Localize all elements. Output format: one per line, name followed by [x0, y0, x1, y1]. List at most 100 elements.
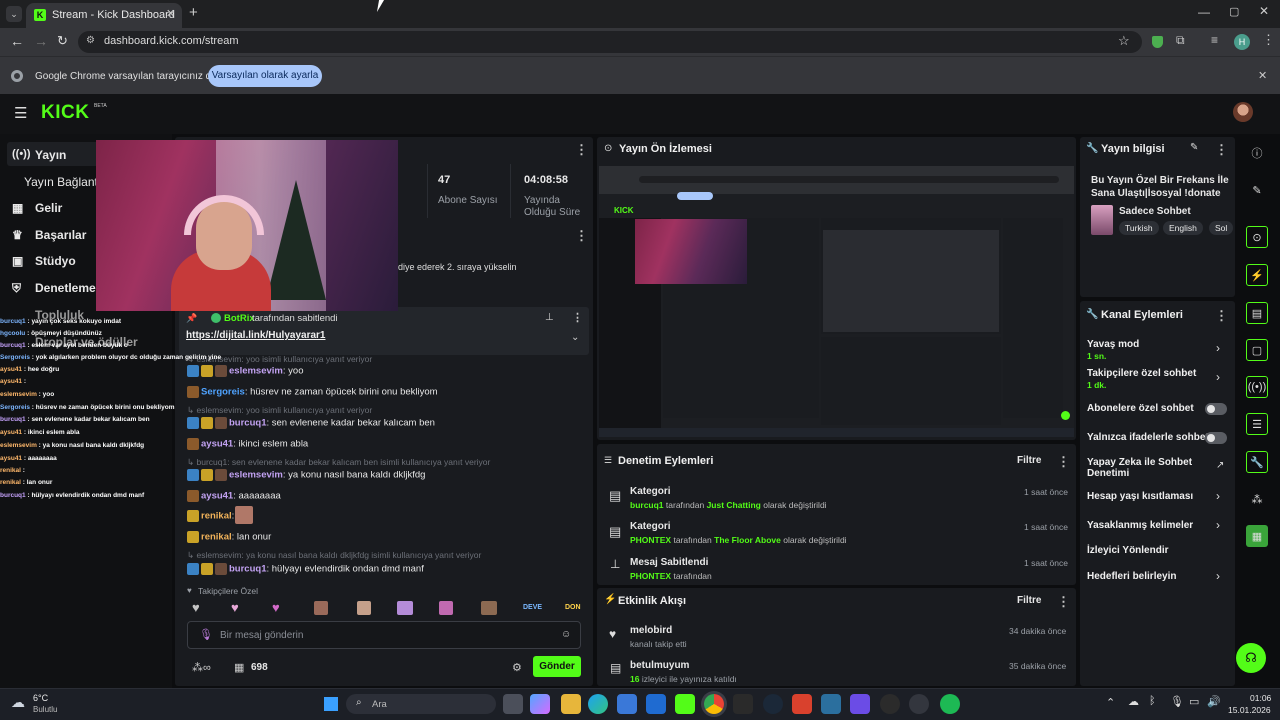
chat-username[interactable]: renikal — [201, 511, 232, 522]
nav-item-yayin[interactable]: Yayın — [35, 148, 66, 162]
list-icon[interactable]: ☰ — [1246, 413, 1268, 435]
chrome-menu-icon[interactable]: ⋮ — [1262, 32, 1275, 48]
bookmark-star-icon[interactable]: ☆ — [1118, 33, 1130, 49]
tray-chevron-icon[interactable]: ⌃ — [1106, 696, 1115, 709]
bolt-icon[interactable]: ⚡ — [1246, 264, 1268, 286]
subs-chat-toggle[interactable] — [1205, 403, 1227, 415]
stream-info-menu-icon[interactable]: ⋮ — [1215, 142, 1228, 158]
back-icon[interactable]: ← — [10, 33, 24, 49]
gift-icon[interactable]: ▦ — [234, 661, 244, 674]
activity-filter[interactable]: Filtre — [1017, 595, 1041, 606]
banned-words-label[interactable]: Yasaklanmış kelimeler — [1087, 520, 1193, 531]
support-button[interactable]: ☊ — [1236, 643, 1266, 673]
taskbar-search[interactable] — [346, 694, 496, 714]
reload-icon[interactable]: ↻ — [57, 33, 68, 49]
chat-username[interactable]: renikal — [201, 532, 232, 543]
emote-image[interactable] — [357, 601, 371, 615]
category-name[interactable]: Sadece Sohbet — [1119, 206, 1191, 217]
activity-menu-icon[interactable]: ⋮ — [1057, 594, 1070, 610]
emote-image[interactable] — [314, 601, 328, 615]
activity-user[interactable]: melobird — [630, 625, 672, 636]
preview-toggle-icon[interactable]: ⊙ — [1246, 226, 1268, 248]
moderation-filter[interactable]: Filtre — [1017, 455, 1041, 466]
pinned-expand-icon[interactable]: ⌄ — [571, 332, 579, 343]
emote-chat-toggle[interactable] — [1205, 432, 1227, 444]
goals-label[interactable]: Hedefleri belirleyin — [1087, 571, 1176, 582]
age-limit-label[interactable]: Hesap yaşı kısıtlaması — [1087, 491, 1193, 502]
outlook-icon[interactable] — [646, 694, 666, 714]
edit-icon[interactable]: ✎ — [1246, 179, 1268, 201]
forward-icon[interactable]: → — [34, 33, 48, 49]
nav-item-basarilar[interactable]: Başarılar — [35, 228, 86, 242]
close-window-button[interactable]: ✕ — [1259, 4, 1269, 18]
url-bar[interactable]: ⚙ dashboard.kick.com/stream ☆ — [78, 31, 1142, 53]
channel-actions-menu-icon[interactable]: ⋮ — [1215, 308, 1228, 324]
tab-search-button[interactable]: ⌄ — [6, 6, 22, 22]
tag-chip[interactable]: Sol — [1209, 221, 1233, 235]
unpin-icon[interactable]: ⊥ — [545, 312, 554, 323]
media-app-icon[interactable] — [850, 694, 870, 714]
emote-image[interactable] — [481, 601, 497, 615]
steam-icon[interactable] — [763, 694, 783, 714]
edge-icon[interactable] — [588, 694, 608, 714]
taskview-icon[interactable] — [503, 694, 523, 714]
record-app-icon[interactable] — [792, 694, 812, 714]
nav-item-denetleme[interactable]: Denetleme — [35, 281, 96, 295]
chat-settings-icon[interactable]: ⚙ — [512, 661, 522, 674]
chat-bubble-icon[interactable]: ▢ — [1246, 339, 1268, 361]
app-icon[interactable]: ▦ — [1246, 525, 1268, 547]
emote-image[interactable] — [439, 601, 453, 615]
ai-mod-label[interactable]: Yapay Zeka ile Sohbet Denetimi — [1087, 457, 1205, 479]
reading-list-icon[interactable]: ≡ — [1211, 33, 1218, 47]
chevron-right-icon[interactable]: › — [1216, 370, 1220, 384]
nav-item-gelir[interactable]: Gelir — [35, 201, 62, 215]
store-icon[interactable] — [617, 694, 637, 714]
kick-logo[interactable]: KICK — [41, 102, 89, 124]
tray-cloud-icon[interactable]: ☁ — [1128, 695, 1139, 708]
edit-pencil-icon[interactable]: ✎ — [1190, 142, 1198, 153]
external-link-icon[interactable]: ↗ — [1216, 460, 1224, 471]
mic-icon[interactable]: 🎙 — [199, 628, 213, 641]
slow-mode-label[interactable]: Yavaş mod — [1087, 339, 1139, 350]
emote-image[interactable] — [397, 601, 413, 615]
clock-date[interactable]: 15.01.2026 — [1228, 705, 1271, 715]
aircraft-app-icon[interactable] — [821, 694, 841, 714]
new-tab-button[interactable]: + — [189, 4, 198, 21]
heart-emote[interactable]: ♥ — [231, 600, 239, 615]
epic-games-icon[interactable] — [733, 694, 753, 714]
emote-deve[interactable]: DEVE — [523, 604, 542, 611]
hamburger-menu-icon[interactable]: ☰ — [14, 104, 27, 122]
shield-extension-icon[interactable] — [1152, 36, 1163, 48]
copilot-icon[interactable] — [530, 694, 550, 714]
document-icon[interactable]: ▤ — [1246, 302, 1268, 324]
chat-username[interactable]: burcuq1 — [229, 564, 266, 575]
moderation-menu-icon[interactable]: ⋮ — [1057, 454, 1070, 470]
minimize-button[interactable]: — — [1198, 5, 1210, 19]
kick-app-icon[interactable] — [675, 694, 695, 714]
chat-message[interactable]: renikal: lan onur — [187, 531, 271, 543]
chevron-right-icon[interactable]: › — [1216, 518, 1220, 532]
pinned-menu-icon[interactable]: ⋮ — [572, 311, 583, 324]
emoji-icon[interactable]: ☺ — [561, 629, 571, 640]
send-button[interactable]: Gönder — [533, 656, 581, 677]
wrench-tool-icon[interactable]: 🔧 — [1246, 451, 1268, 473]
chevron-right-icon[interactable]: › — [1216, 489, 1220, 503]
followers-chat-label[interactable]: Takipçilere özel sohbet — [1087, 368, 1196, 379]
tray-network-icon[interactable]: ▭ — [1189, 695, 1199, 708]
browser-tab[interactable]: K Stream - Kick Dashboard ✕ — [26, 3, 182, 28]
windows-start-icon[interactable] — [323, 696, 339, 712]
tag-chip[interactable]: Turkish — [1119, 221, 1159, 235]
github-icon[interactable] — [880, 694, 900, 714]
tray-volume-icon[interactable]: 🔊 — [1207, 695, 1221, 708]
broadcast-icon[interactable]: ((•)) — [1246, 376, 1268, 398]
chat-menu-icon[interactable]: ⋮ — [575, 228, 588, 244]
tab-close-icon[interactable]: ✕ — [166, 7, 175, 20]
spotify-icon[interactable] — [940, 694, 960, 714]
tray-bluetooth-icon[interactable]: ᛒ — [1149, 695, 1156, 707]
extensions-icon[interactable]: ⧉ — [1176, 33, 1185, 48]
obs-icon[interactable] — [909, 694, 929, 714]
chevron-right-icon[interactable]: › — [1216, 569, 1220, 583]
chat-message[interactable]: burcuq1: hülyayı evlendirdik ondan dmd m… — [187, 563, 424, 575]
maximize-button[interactable]: ▢ — [1229, 5, 1239, 18]
raid-label[interactable]: İzleyici Yönlendir — [1087, 545, 1169, 556]
